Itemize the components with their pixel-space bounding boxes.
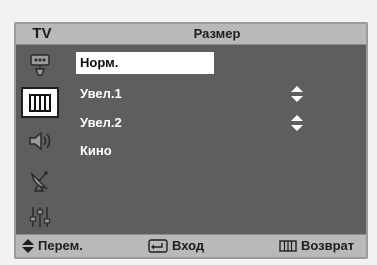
option-zoom2[interactable]: Увел.2 <box>76 112 122 134</box>
footer-return: Возврат <box>279 235 354 257</box>
size-options-list: Норм. Увел.1 Увел.2 Кино <box>68 45 366 235</box>
menu-footer: Перем. Вход Возврат <box>16 234 366 257</box>
page-title: Размер <box>193 26 241 41</box>
satellite-dish-icon <box>30 170 49 192</box>
footer-enter: Вход <box>148 235 204 257</box>
picture-icon <box>279 240 297 252</box>
menu-sidebar <box>16 45 68 235</box>
footer-move-label: Перем. <box>38 238 83 253</box>
up-down-arrows-icon <box>22 239 34 253</box>
menu-header: TV Размер <box>16 24 366 45</box>
up-down-arrows-icon[interactable] <box>290 85 304 103</box>
picture-icon <box>29 93 51 112</box>
speaker-icon <box>29 130 51 151</box>
sidebar-item-picture[interactable] <box>21 87 59 118</box>
enter-key-icon <box>148 239 168 253</box>
sidebar-item-setup[interactable] <box>23 203 57 230</box>
sidebar-item-channel[interactable] <box>23 166 57 193</box>
sidebar-item-sound[interactable] <box>23 127 57 154</box>
sidebar-item-input[interactable] <box>23 51 57 78</box>
footer-enter-label: Вход <box>172 238 205 253</box>
footer-return-label: Возврат <box>301 238 355 253</box>
source-label: TV <box>32 25 52 42</box>
up-down-arrows-icon[interactable] <box>290 114 304 132</box>
option-cinema[interactable]: Кино <box>76 140 112 162</box>
antenna-input-icon <box>30 53 50 76</box>
option-normal[interactable]: Норм. <box>76 52 214 74</box>
option-zoom1[interactable]: Увел.1 <box>76 83 122 105</box>
setup-sliders-icon <box>29 206 51 227</box>
tv-osd-menu: TV Размер Норм. Увел.1 Увел.2 Кино Перем… <box>14 22 368 259</box>
footer-move: Перем. <box>22 235 83 257</box>
